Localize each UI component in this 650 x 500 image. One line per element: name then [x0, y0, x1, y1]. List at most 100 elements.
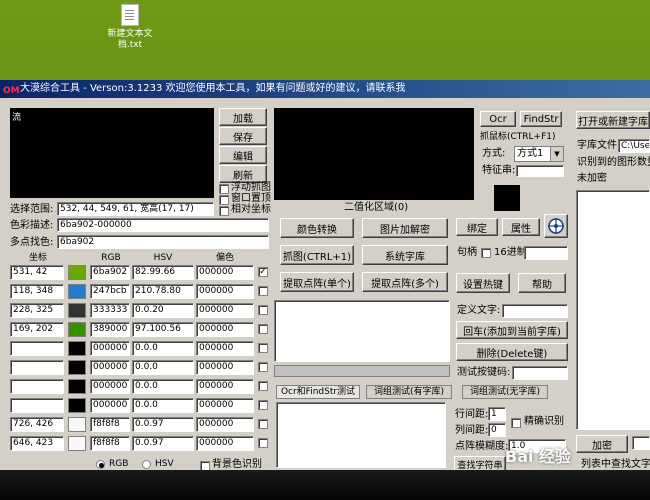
row-checkbox[interactable]	[258, 343, 268, 353]
coord-field[interactable]: 531, 42	[10, 265, 64, 280]
rgb-field[interactable]: 000000	[90, 398, 130, 413]
feature-string-field[interactable]	[516, 165, 564, 177]
offset-field[interactable]: 000000	[196, 284, 254, 299]
load-button[interactable]: 加载	[219, 108, 267, 126]
window-top-checkbox[interactable]	[219, 195, 229, 205]
tab-phrase-no-lib[interactable]: 词组测试(无字库)	[462, 385, 548, 399]
offset-field[interactable]: 000000	[196, 360, 254, 375]
coord-field[interactable]	[10, 360, 64, 375]
attr-button[interactable]: 属性	[502, 218, 540, 236]
extract-single-button[interactable]: 提取点阵(单个)	[280, 272, 354, 292]
binarize-preview[interactable]	[274, 108, 474, 200]
range-field[interactable]: 532, 44, 549, 61, 宽高(17, 17)	[57, 202, 214, 216]
color-convert-button[interactable]: 颜色转换	[280, 218, 354, 238]
coord-field[interactable]: 646, 423	[10, 436, 64, 451]
hsv-field[interactable]: 0.0.0	[132, 379, 194, 394]
save-button[interactable]: 保存	[219, 127, 267, 145]
library-file-field[interactable]: C:\Use	[618, 139, 650, 153]
offset-field[interactable]: 000000	[196, 322, 254, 337]
coord-field[interactable]: 169, 202	[10, 322, 64, 337]
hsv-radio[interactable]	[142, 460, 151, 469]
offset-field[interactable]: 000000	[196, 436, 254, 451]
row-checkbox[interactable]: ✓	[258, 267, 268, 277]
dot-matrix-box[interactable]	[274, 300, 450, 362]
hex-checkbox[interactable]	[481, 248, 491, 258]
coord-field[interactable]: 228, 325	[10, 303, 64, 318]
row-checkbox[interactable]	[258, 324, 268, 334]
offset-field[interactable]: 000000	[196, 379, 254, 394]
multipoint-field[interactable]: 6ba902	[57, 235, 269, 249]
test-key-field[interactable]	[512, 366, 568, 380]
relative-coord-checkbox[interactable]	[219, 206, 229, 216]
offset-field[interactable]: 000000	[196, 303, 254, 318]
exact-checkbox[interactable]	[511, 418, 521, 428]
rgb-field[interactable]: f8f8f8	[90, 436, 130, 451]
hsv-field[interactable]: 0.0.97	[132, 436, 194, 451]
coord-field[interactable]	[10, 379, 64, 394]
rgb-field[interactable]: 247bcb	[90, 284, 130, 299]
rgb-field[interactable]: 389000	[90, 322, 130, 337]
bind-button[interactable]: 绑定	[456, 218, 498, 236]
coord-field[interactable]	[10, 398, 64, 413]
rgb-field[interactable]: 000000	[90, 341, 130, 356]
extract-multi-button[interactable]: 提取点阵(多个)	[362, 272, 448, 292]
row-checkbox[interactable]	[258, 381, 268, 391]
handle-field[interactable]	[524, 246, 568, 260]
horizontal-scrollbar[interactable]	[274, 365, 450, 377]
add-field[interactable]	[632, 436, 650, 450]
desktop-file-icon[interactable]: 新建文本文 档.txt	[98, 4, 162, 58]
mode-select[interactable]: 方式1 ▼	[514, 146, 564, 162]
rgb-field[interactable]: 000000	[90, 360, 130, 375]
define-text-field[interactable]	[502, 304, 568, 318]
hsv-field[interactable]: 210.78.80	[132, 284, 194, 299]
capture-button[interactable]: 抓图(CTRL+1)	[280, 245, 354, 265]
findstr-button[interactable]: FindStr	[520, 111, 562, 127]
row-spacing-field[interactable]: 1	[488, 407, 506, 421]
row-checkbox[interactable]	[258, 286, 268, 296]
help-button[interactable]: 帮助	[518, 273, 566, 293]
rgb-field[interactable]: 6ba902	[90, 265, 130, 280]
title-bar[interactable]: OM 大漠综合工具 - Verson:3.1233 欢迎您使用本工具，如果有问题…	[0, 80, 650, 98]
row-checkbox[interactable]	[258, 419, 268, 429]
rgb-field[interactable]: 333333	[90, 303, 130, 318]
system-library-button[interactable]: 系统字库	[362, 245, 448, 265]
float-capture-checkbox[interactable]	[219, 184, 229, 194]
result-text-area[interactable]	[276, 402, 446, 468]
rgb-radio[interactable]	[96, 460, 105, 469]
hsv-field[interactable]: 0.0.20	[132, 303, 194, 318]
image-encrypt-button[interactable]: 图片加解密	[362, 218, 448, 238]
open-library-button[interactable]: 打开或新建字库	[576, 111, 650, 129]
crosshair-target-button[interactable]	[544, 214, 568, 238]
coord-field[interactable]: 118, 348	[10, 284, 64, 299]
row-checkbox[interactable]	[258, 305, 268, 315]
enter-add-button[interactable]: 回车(添加到当前字库)	[456, 321, 568, 339]
coord-field[interactable]: 726, 426	[10, 417, 64, 432]
delete-button[interactable]: 删除(Delete键)	[456, 343, 568, 361]
col-spacing-field[interactable]: 0	[488, 423, 506, 437]
coord-field[interactable]	[10, 341, 64, 356]
hsv-field[interactable]: 82.99.66	[132, 265, 194, 280]
set-hotkey-button[interactable]: 设置热键	[456, 273, 510, 293]
ocr-button[interactable]: Ocr	[480, 111, 516, 127]
edit-button[interactable]: 编辑	[219, 146, 267, 164]
library-list[interactable]	[576, 190, 650, 430]
tab-ocr-findstr[interactable]: Ocr和FindStr测试	[276, 385, 360, 399]
capture-preview[interactable]: 流	[10, 108, 214, 198]
hsv-field[interactable]: 0.0.97	[132, 417, 194, 432]
hsv-field[interactable]: 0.0.0	[132, 360, 194, 375]
tab-phrase-with-lib[interactable]: 词组测试(有字库)	[366, 385, 452, 399]
row-checkbox[interactable]	[258, 362, 268, 372]
offset-field[interactable]: 000000	[196, 398, 254, 413]
row-checkbox[interactable]	[258, 400, 268, 410]
add-encrypt-button[interactable]: 加密	[576, 435, 628, 453]
rgb-field[interactable]: f8f8f8	[90, 417, 130, 432]
color-desc-field[interactable]: 6ba902-000000	[57, 218, 269, 232]
rgb-field[interactable]: 000000	[90, 379, 130, 394]
hsv-field[interactable]: 0.0.0	[132, 398, 194, 413]
offset-field[interactable]: 000000	[196, 341, 254, 356]
hsv-field[interactable]: 97.100.56	[132, 322, 194, 337]
row-checkbox[interactable]	[258, 438, 268, 448]
hsv-field[interactable]: 0.0.0	[132, 341, 194, 356]
offset-field[interactable]: 000000	[196, 417, 254, 432]
offset-field[interactable]: 000000	[196, 265, 254, 280]
